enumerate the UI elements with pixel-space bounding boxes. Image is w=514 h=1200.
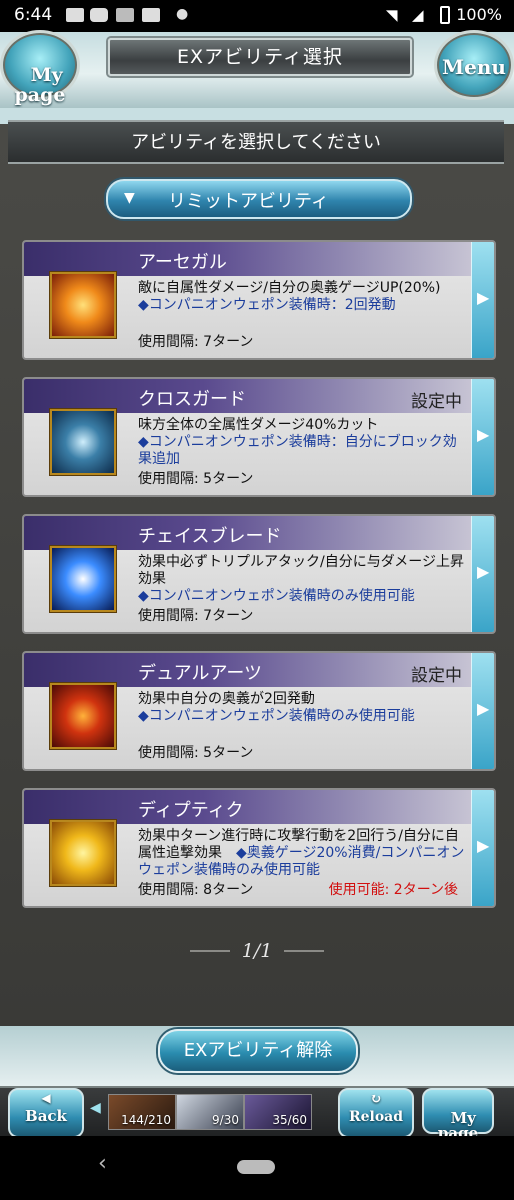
ap-value: 144/210 [121,1113,171,1127]
ability-card[interactable]: デュアルアーツ 設定中 効果中自分の奥義が2回発動 ◆コンパニオンウェポン装備時の… [22,651,496,771]
ability-desc-main: 味方全体の全属性ダメージ40%カット [138,417,379,433]
ability-name-bar [24,790,472,824]
ability-desc-main: 効果中自分の奥義が2回発動 [138,691,315,707]
status-bar: 6:44 ● ◥ ◢ 100% [0,0,514,32]
ability-set-status: 設定中 [411,666,462,686]
ability-interval: 使用間隔: 8ターン [138,882,254,898]
battery-percent: 100% [456,5,502,24]
instruction-text: アビリティを選択してください [131,132,381,153]
ep-stat: 35/60 [244,1094,312,1130]
dot-icon: ● [176,6,189,22]
triangle-down-icon: ▼ [124,190,135,206]
sparkle-burst-icon [50,272,116,338]
ability-name: ディプティク [138,800,244,821]
ability-description: 敵に自属性ダメージ/自分の奥義ゲージUP(20%) ◆コンパニオンウェポン装備時：… [138,280,468,314]
ability-description: 効果中ターン進行時に攻撃行動を2回行う/自分に自属性追撃効果 ◆奥義ゲージ20%… [138,828,468,879]
ability-name: アーセガル [138,252,227,273]
chevron-right-icon: ▶ [477,699,490,718]
ability-select-arrow[interactable]: ▶ [471,516,494,632]
ability-select-arrow[interactable]: ▶ [471,242,494,358]
nhk-icon [142,8,160,22]
knight-guard-icon [50,409,116,475]
page-title: EXアビリティ選択 [177,46,343,68]
ability-desc-note: ◆コンパニオンウェポン装備時：自分にブロック効果追加 [138,434,457,467]
ability-desc-main: 敵に自属性ダメージ/自分の奥義ゲージUP(20%) [138,280,441,296]
battery-icon [440,6,450,24]
reload-button[interactable]: ↻ Reload [338,1088,414,1138]
ability-cooldown: 使用可能: 2ターン後 [328,882,458,898]
back-arrow-icon: ◀ [41,1091,51,1105]
mypage-bottom-button[interactable]: My page [422,1088,494,1141]
chevron-right-icon: ▶ [477,425,490,444]
stats-left-arrow-icon[interactable]: ◀ [90,1100,104,1122]
ability-name: チェイスブレード [138,526,282,547]
reload-icon: ↻ [370,1091,382,1107]
youtube-icon [90,8,108,22]
chevron-right-icon: ▶ [477,288,490,307]
ability-desc-main: 効果中必ずトリプルアタック/自分に与ダメージ上昇効果 [138,554,465,587]
blue-flash-icon [50,546,116,612]
ability-name: デュアルアーツ [138,663,263,684]
mypage-label: My page [14,64,66,106]
ability-select-arrow[interactable]: ▶ [471,653,494,769]
ability-interval: 使用間隔: 7ターン [138,608,254,624]
gallery-icon [66,8,84,22]
ability-card[interactable]: アーセガル 敵に自属性ダメージ/自分の奥義ゲージUP(20%) ◆コンパニオンウェ… [22,240,496,360]
ability-description: 味方全体の全属性ダメージ40%カット ◆コンパニオンウェポン装備時：自分にブロック… [138,417,468,468]
ability-name-bar [24,379,472,413]
ability-select-arrow[interactable]: ▶ [471,790,494,906]
ep-value: 35/60 [272,1113,307,1127]
ability-interval: 使用間隔: 7ターン [138,334,254,350]
ability-desc-note: ◆コンパニオンウェポン装備時のみ使用可能 [138,588,415,604]
nav-home-pill[interactable] [237,1160,275,1174]
menu-button[interactable]: Menu [434,30,514,100]
bird-icon [116,8,134,22]
ability-card[interactable]: ディプティク 効果中ターン進行時に攻撃行動を2回行う/自分に自属性追撃効果 ◆奥… [22,788,496,908]
ability-name-bar [24,242,472,276]
limit-ability-label: リミットアビリティ [168,191,329,212]
bp-stat: 9/30 [176,1094,244,1130]
crossed-swords-icon [50,683,116,749]
status-time: 6:44 [14,5,53,25]
golden-strike-icon [50,820,116,886]
back-label: Back [25,1107,67,1125]
page-indicator: 1/1 [241,940,273,962]
ability-card[interactable]: チェイスブレード 効果中必ずトリプルアタック/自分に与ダメージ上昇効果 ◆コンパニ… [22,514,496,634]
nav-back-icon[interactable]: ‹ [98,1151,107,1176]
ex-ability-release-button[interactable]: EXアビリティ解除 [158,1029,358,1073]
menu-label: Menu [442,55,506,79]
ability-card[interactable]: クロスガード 設定中 味方全体の全属性ダメージ40%カット ◆コンパニオンウェポン… [22,377,496,497]
ap-stat: 144/210 [108,1094,176,1130]
ability-interval: 使用間隔: 5ターン [138,471,254,487]
reload-label: Reload [348,1109,404,1125]
signal-icon: ◢ [412,6,424,24]
back-button[interactable]: ◀ Back [8,1088,84,1138]
mypage-button[interactable]: My page [0,30,80,105]
chevron-right-icon: ▶ [477,562,490,581]
ability-desc-note: ◆コンパニオンウェポン装備時：2回発動 [138,297,396,313]
chevron-right-icon: ▶ [477,836,490,855]
wifi-icon: ◥ [386,6,398,24]
ability-interval: 使用間隔: 5ターン [138,745,254,761]
ability-desc-note: ◆コンパニオンウェポン装備時のみ使用可能 [138,708,415,724]
ability-set-status: 設定中 [411,392,462,412]
bp-value: 9/30 [212,1113,239,1127]
ability-description: 効果中必ずトリプルアタック/自分に与ダメージ上昇効果 ◆コンパニオンウェポン装備時… [138,554,468,605]
limit-ability-tab[interactable]: ▼ リミットアビリティ [106,179,412,219]
ability-select-arrow[interactable]: ▶ [471,379,494,495]
ability-name: クロスガード [138,389,246,410]
ability-description: 効果中自分の奥義が2回発動 ◆コンパニオンウェポン装備時のみ使用可能 [138,691,468,725]
